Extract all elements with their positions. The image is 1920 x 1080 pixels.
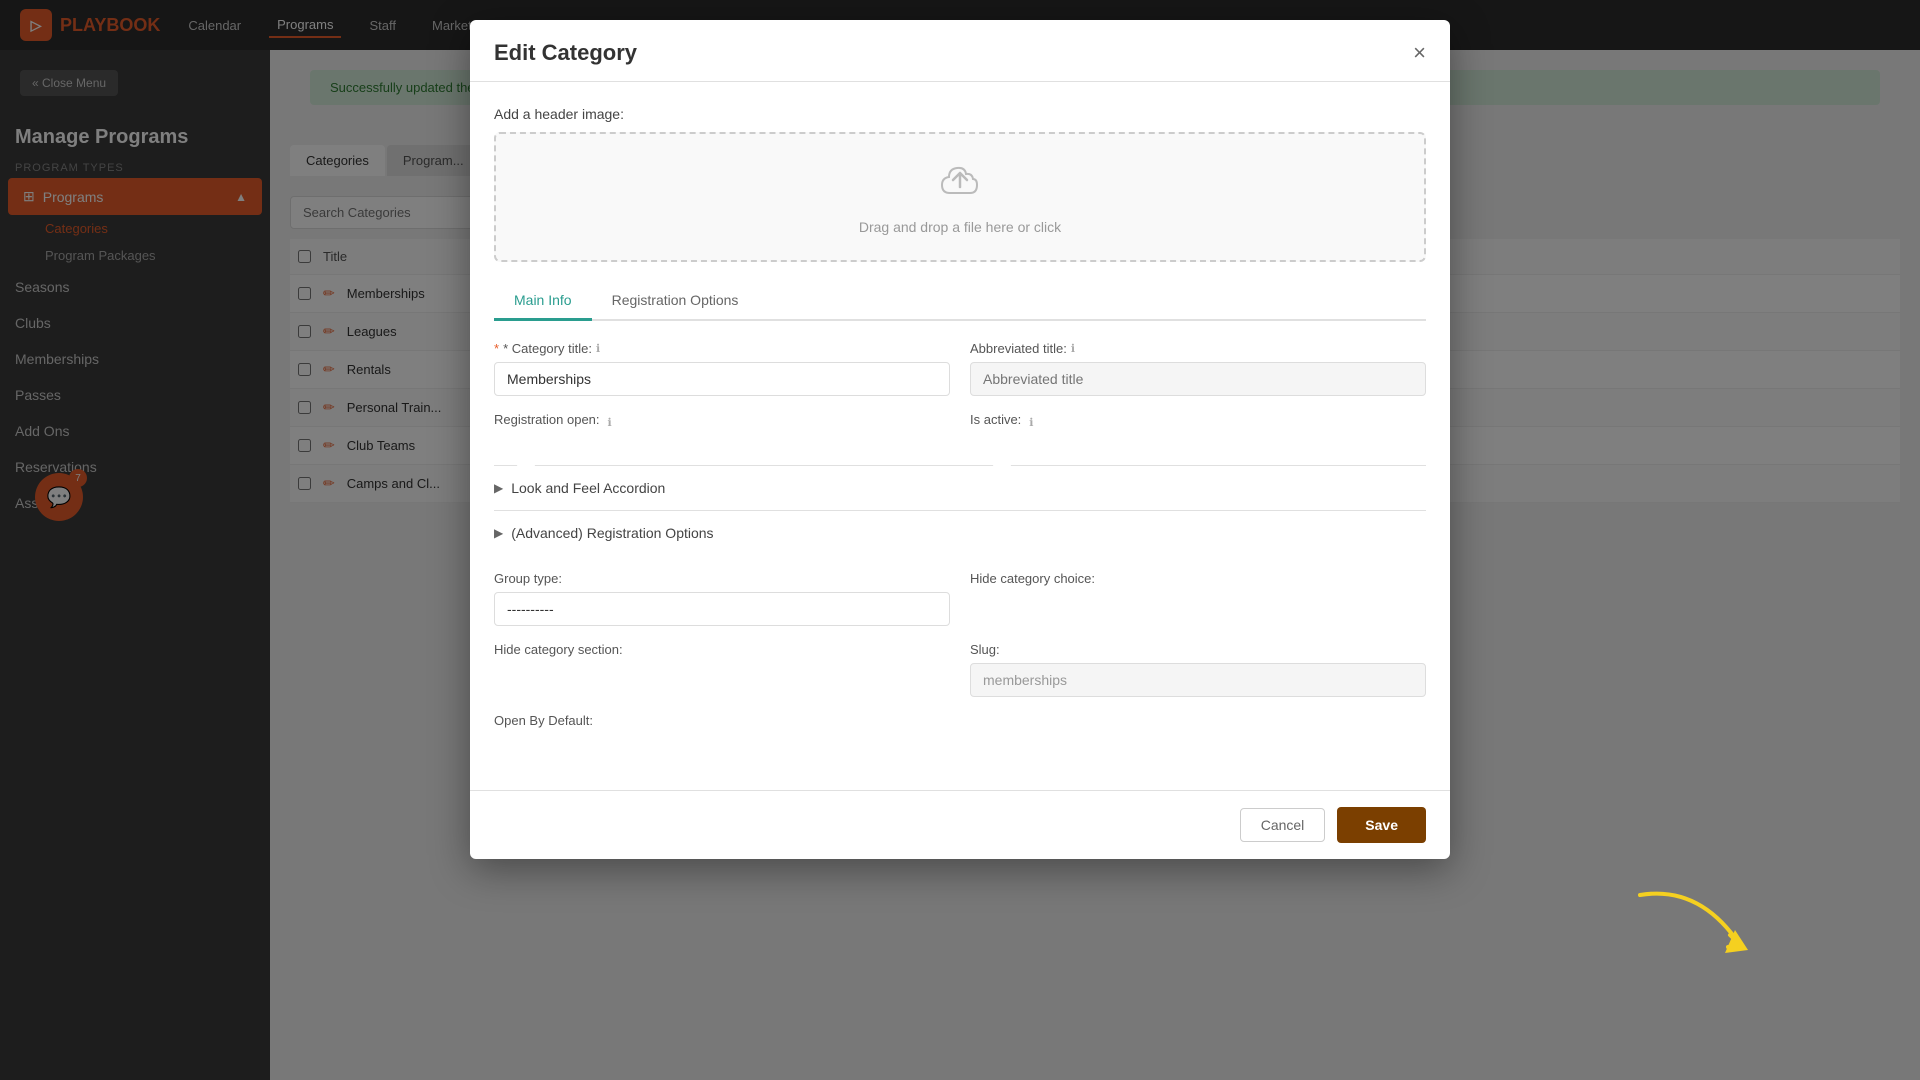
form-row-toggles: Registration open: ℹ Is active: ℹ (494, 412, 1426, 449)
cancel-button[interactable]: Cancel (1240, 808, 1326, 842)
hide-category-choice-label: Hide category choice: (970, 571, 1426, 586)
is-active-row: Is active: ℹ (970, 412, 1426, 433)
advanced-section-content: Group type: ---------- Hide category cho… (494, 555, 1426, 766)
modal-body: Add a header image: Drag and drop a file… (470, 82, 1450, 790)
modal-tabs: Main Info Registration Options (494, 282, 1426, 321)
form-group-is-active: Is active: ℹ (970, 412, 1426, 449)
open-by-default-label: Open By Default: (494, 713, 950, 728)
edit-category-modal: Edit Category × Add a header image: Drag… (470, 20, 1450, 859)
abbreviated-title-input[interactable] (970, 362, 1426, 396)
advanced-row-3: Open By Default: (494, 713, 1426, 734)
form-group-hide-category-choice: Hide category choice: (970, 571, 1426, 626)
modal-header: Edit Category × (470, 20, 1450, 82)
accordion-look-feel-label: Look and Feel Accordion (511, 480, 665, 496)
advanced-registration-accordion: ▶ (Advanced) Registration Options (494, 510, 1426, 555)
advanced-registration-header[interactable]: ▶ (Advanced) Registration Options (494, 525, 1426, 541)
modal-close-button[interactable]: × (1413, 40, 1426, 66)
registration-open-label: Registration open: (494, 412, 600, 427)
modal-footer: Cancel Save (470, 790, 1450, 859)
modal-title: Edit Category (494, 40, 637, 66)
form-group-open-by-default: Open By Default: (494, 713, 950, 734)
group-type-label: Group type: (494, 571, 950, 586)
abbreviated-title-label: Abbreviated title: ℹ (970, 341, 1426, 356)
advanced-row-2: Hide category section: Slug: (494, 642, 1426, 697)
form-group-group-type: Group type: ---------- (494, 571, 950, 626)
tab-registration-options[interactable]: Registration Options (592, 282, 759, 321)
look-and-feel-header[interactable]: ▶ Look and Feel Accordion (494, 480, 1426, 496)
slug-label: Slug: (970, 642, 1426, 657)
accordion-advanced-label: (Advanced) Registration Options (511, 525, 713, 541)
form-group-slug: Slug: (970, 642, 1426, 697)
tab-main-info[interactable]: Main Info (494, 282, 592, 321)
hide-category-section-label: Hide category section: (494, 642, 950, 657)
category-title-info-icon: ℹ (596, 342, 600, 355)
category-title-input[interactable] (494, 362, 950, 396)
save-button[interactable]: Save (1337, 807, 1426, 843)
look-and-feel-accordion: ▶ Look and Feel Accordion (494, 465, 1426, 510)
form-group-empty (970, 713, 1426, 734)
required-star: * (494, 341, 499, 356)
upload-instructions: Drag and drop a file here or click (859, 219, 1061, 235)
form-row-titles: * * Category title: ℹ Abbreviated title:… (494, 341, 1426, 396)
upload-cloud-icon (935, 159, 985, 209)
advanced-row-1: Group type: ---------- Hide category cho… (494, 571, 1426, 626)
registration-open-row: Registration open: ℹ (494, 412, 950, 433)
category-title-label: * * Category title: ℹ (494, 341, 950, 356)
modal-overlay: Edit Category × Add a header image: Drag… (0, 0, 1920, 1080)
form-group-hide-category-section: Hide category section: (494, 642, 950, 697)
slug-input[interactable] (970, 663, 1426, 697)
file-upload-area[interactable]: Drag and drop a file here or click (494, 132, 1426, 262)
form-group-registration-open: Registration open: ℹ (494, 412, 950, 449)
accordion-arrow-icon-2: ▶ (494, 526, 503, 540)
is-active-info-icon: ℹ (1029, 416, 1033, 429)
is-active-label: Is active: (970, 412, 1021, 427)
registration-open-info-icon: ℹ (608, 416, 612, 429)
group-type-select[interactable]: ---------- (494, 592, 950, 626)
abbreviated-title-info-icon: ℹ (1071, 342, 1075, 355)
form-group-abbreviated-title: Abbreviated title: ℹ (970, 341, 1426, 396)
upload-section-label: Add a header image: (494, 106, 1426, 122)
accordion-arrow-icon: ▶ (494, 481, 503, 495)
form-group-category-title: * * Category title: ℹ (494, 341, 950, 396)
